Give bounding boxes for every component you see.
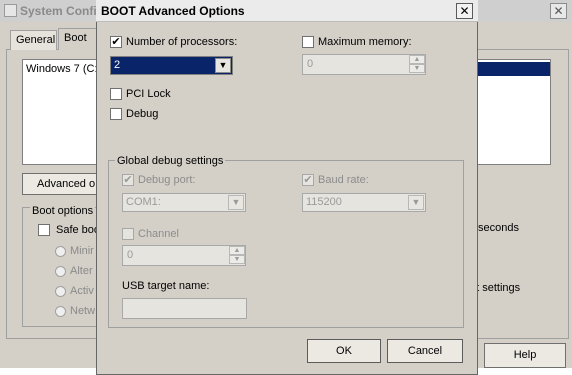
usb-target-name-input[interactable]: [122, 298, 247, 319]
channel-checkbox[interactable]: [122, 228, 134, 240]
radio-label-active: Activ: [70, 285, 94, 297]
safe-boot-radio-minimal[interactable]: [55, 246, 66, 257]
help-button[interactable]: Help: [484, 343, 566, 368]
close-icon[interactable]: ✕: [456, 3, 473, 19]
pci-lock-label: PCI Lock: [126, 88, 171, 100]
background-window-title: System Confi: [20, 4, 97, 18]
channel-input[interactable]: 0: [122, 245, 246, 266]
safe-boot-radio-active[interactable]: [55, 286, 66, 297]
max-memory-input[interactable]: 0: [302, 54, 426, 75]
spin-up-icon[interactable]: ▲: [229, 246, 245, 255]
spin-down-icon[interactable]: ▼: [409, 64, 425, 73]
radio-label-alternate: Alter: [70, 265, 93, 277]
num-processors-label: Number of processors:: [126, 36, 238, 48]
spin-down-icon[interactable]: ▼: [229, 255, 245, 264]
safe-boot-radio-alternate[interactable]: [55, 266, 66, 277]
os-list-selection: [474, 62, 550, 76]
ok-button[interactable]: OK: [307, 339, 381, 363]
max-memory-label: Maximum memory:: [318, 36, 412, 48]
tab-boot[interactable]: Boot: [58, 28, 98, 50]
baud-rate-label: Baud rate:: [318, 174, 369, 186]
channel-label: Channel: [138, 228, 179, 240]
safe-boot-checkbox[interactable]: [38, 224, 50, 236]
baud-rate-checkbox[interactable]: ✔: [302, 174, 314, 186]
max-memory-checkbox[interactable]: [302, 36, 314, 48]
debug-port-checkbox[interactable]: ✔: [122, 174, 134, 186]
chevron-down-icon[interactable]: ▼: [228, 195, 244, 210]
safe-boot-radio-network[interactable]: [55, 306, 66, 317]
spin-up-icon[interactable]: ▲: [409, 55, 425, 64]
os-list-item-label: Windows 7 (C:: [26, 63, 98, 75]
usb-target-name-label: USB target name:: [122, 280, 210, 292]
safe-boot-label: Safe boo: [56, 224, 101, 236]
background-close-icon[interactable]: ✕: [550, 3, 567, 19]
num-processors-checkbox[interactable]: ✔: [110, 36, 122, 48]
chevron-down-icon[interactable]: ▼: [215, 58, 231, 73]
radio-label-network: Netw: [70, 305, 96, 317]
cancel-button[interactable]: Cancel: [387, 339, 463, 363]
debug-port-label: Debug port:: [138, 174, 196, 186]
timeout-seconds-label: seconds: [478, 222, 519, 234]
boot-options-label: Boot options: [30, 205, 96, 217]
chevron-down-icon[interactable]: ▼: [408, 195, 424, 210]
global-debug-settings-label: Global debug settings: [115, 155, 226, 167]
advanced-options-button[interactable]: Advanced o: [22, 173, 98, 195]
pci-lock-checkbox[interactable]: [110, 88, 122, 100]
dialog-title: BOOT Advanced Options: [101, 4, 245, 18]
debug-checkbox[interactable]: [110, 108, 122, 120]
debug-label: Debug: [126, 108, 159, 120]
tab-general[interactable]: General: [10, 30, 57, 50]
radio-label-minimal: Minir: [70, 245, 94, 257]
app-icon: [4, 4, 17, 17]
